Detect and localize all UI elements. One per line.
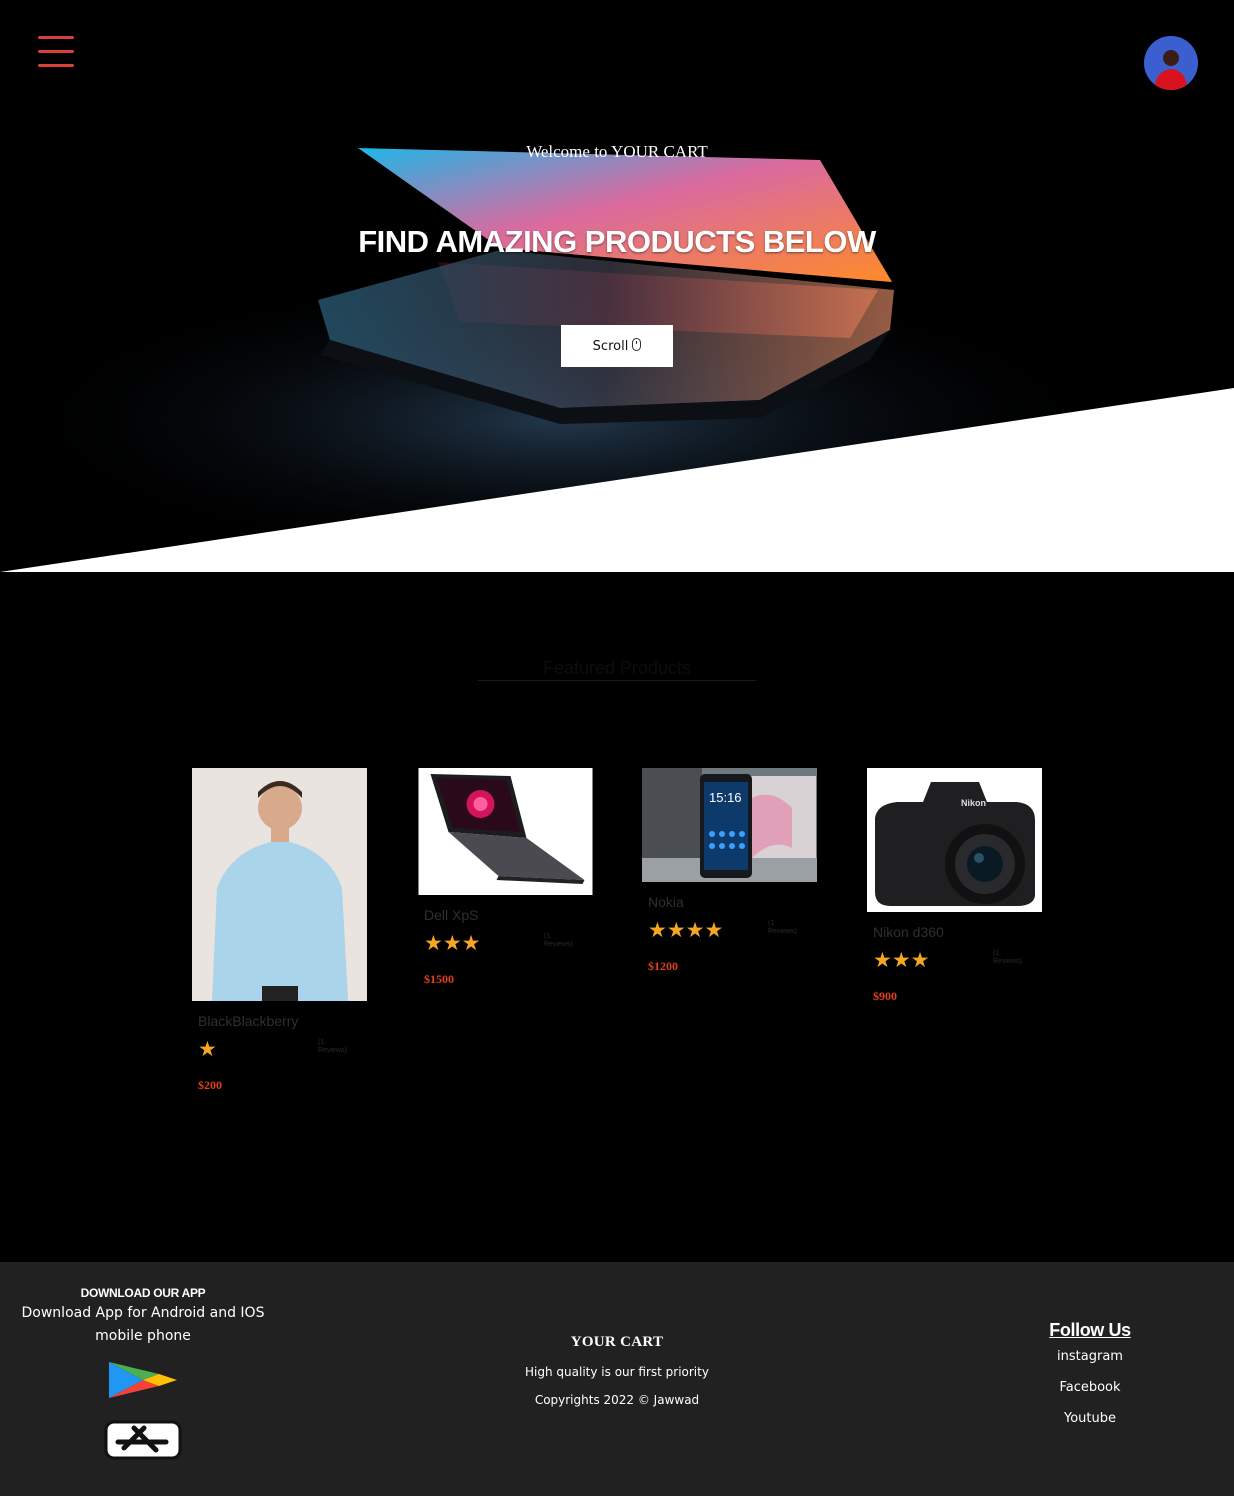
star-icon: ★★★	[873, 949, 930, 972]
scroll-button[interactable]: Scroll	[561, 325, 673, 367]
follow-heading: Follow Us	[1049, 1320, 1131, 1340]
app-heading: DOWNLOAD OUR APP	[80, 1286, 206, 1300]
social-link-instagram[interactable]: instagram	[1010, 1349, 1170, 1364]
product-name[interactable]: Nokia	[648, 894, 818, 910]
footer-brand-section: YOUR CART High quality is our first prio…	[417, 1334, 817, 1407]
product-rating: ★★★★ (1 Reviews)	[648, 920, 804, 941]
footer-social-section: Follow Us instagram Facebook Youtube	[1010, 1320, 1170, 1426]
footer-copyright: Copyrights 2022 © Jawwad	[534, 1393, 700, 1407]
star-icon: ★★★★	[648, 919, 724, 942]
google-play-icon[interactable]	[107, 1360, 179, 1400]
product-card[interactable]: BlackBlackberry ★ (1 Reviews) $200	[192, 768, 368, 1093]
product-card[interactable]: Nikon Nikon d360 ★★★ (1 Reviews) $900	[867, 768, 1043, 1004]
product-price: $1200	[648, 959, 678, 973]
product-card[interactable]: 15:16 Nokia ★★★★ (1 Reviews) $1200	[642, 768, 818, 974]
product-rating: ★★★ (1 Reviews)	[424, 933, 580, 954]
product-name[interactable]: Dell XpS	[424, 907, 594, 923]
star-icon: ★	[198, 1038, 217, 1061]
product-image-camera: Nikon	[867, 768, 1042, 912]
footer-app-section: DOWNLOAD OUR APP Download App for Androi…	[20, 1286, 266, 1460]
product-rating: ★★★ (1 Reviews)	[873, 950, 1029, 971]
product-price: $900	[873, 989, 897, 1003]
heading-divider	[478, 680, 756, 681]
product-price: $200	[198, 1078, 222, 1092]
app-description: Download App for Android and IOS mobile …	[21, 1305, 265, 1344]
product-price: $1500	[424, 972, 454, 986]
hero-divider-shape	[0, 388, 1234, 572]
svg-text:Nikon: Nikon	[961, 798, 986, 808]
product-rating: ★ (1 Reviews)	[198, 1039, 354, 1060]
footer: DOWNLOAD OUR APP Download App for Androi…	[0, 1262, 1234, 1496]
product-card[interactable]: Dell XpS ★★★ (1 Reviews) $1500	[418, 768, 594, 987]
products-section: Featured Products BlackBlackberry ★ (1 R…	[0, 572, 1234, 1262]
footer-brand: YOUR CART	[570, 1334, 664, 1350]
products-heading: Featured Products	[542, 658, 692, 678]
product-image-phone: 15:16	[642, 768, 817, 882]
product-image-tshirt	[192, 768, 367, 1001]
product-image-laptop	[418, 768, 593, 895]
svg-text:15:16: 15:16	[709, 790, 742, 805]
hero-welcome-text: Welcome to YOUR CART	[526, 142, 708, 161]
scroll-button-label: Scroll	[592, 338, 629, 354]
hero-title: FIND AMAZING PRODUCTS BELOW	[358, 224, 876, 259]
social-link-youtube[interactable]: Youtube	[1010, 1411, 1170, 1426]
star-icon: ★★★	[424, 932, 481, 955]
review-count: (1 Reviews)	[318, 1039, 347, 1054]
user-avatar[interactable]	[1144, 36, 1198, 90]
hamburger-menu-icon[interactable]	[36, 34, 76, 70]
mouse-icon	[632, 337, 642, 351]
review-count: (1 Reviews)	[768, 920, 797, 935]
product-name[interactable]: BlackBlackberry	[198, 1013, 368, 1029]
hero-banner: Welcome to YOUR CART FIND AMAZING PRODUC…	[0, 0, 1234, 572]
review-count: (1 Reviews)	[544, 933, 573, 948]
review-count: (1 Reviews)	[993, 950, 1022, 965]
footer-tagline: High quality is our first priority	[525, 1365, 709, 1379]
product-name[interactable]: Nikon d360	[873, 924, 1043, 940]
social-link-facebook[interactable]: Facebook	[1010, 1380, 1170, 1395]
app-store-icon[interactable]	[104, 1420, 182, 1460]
